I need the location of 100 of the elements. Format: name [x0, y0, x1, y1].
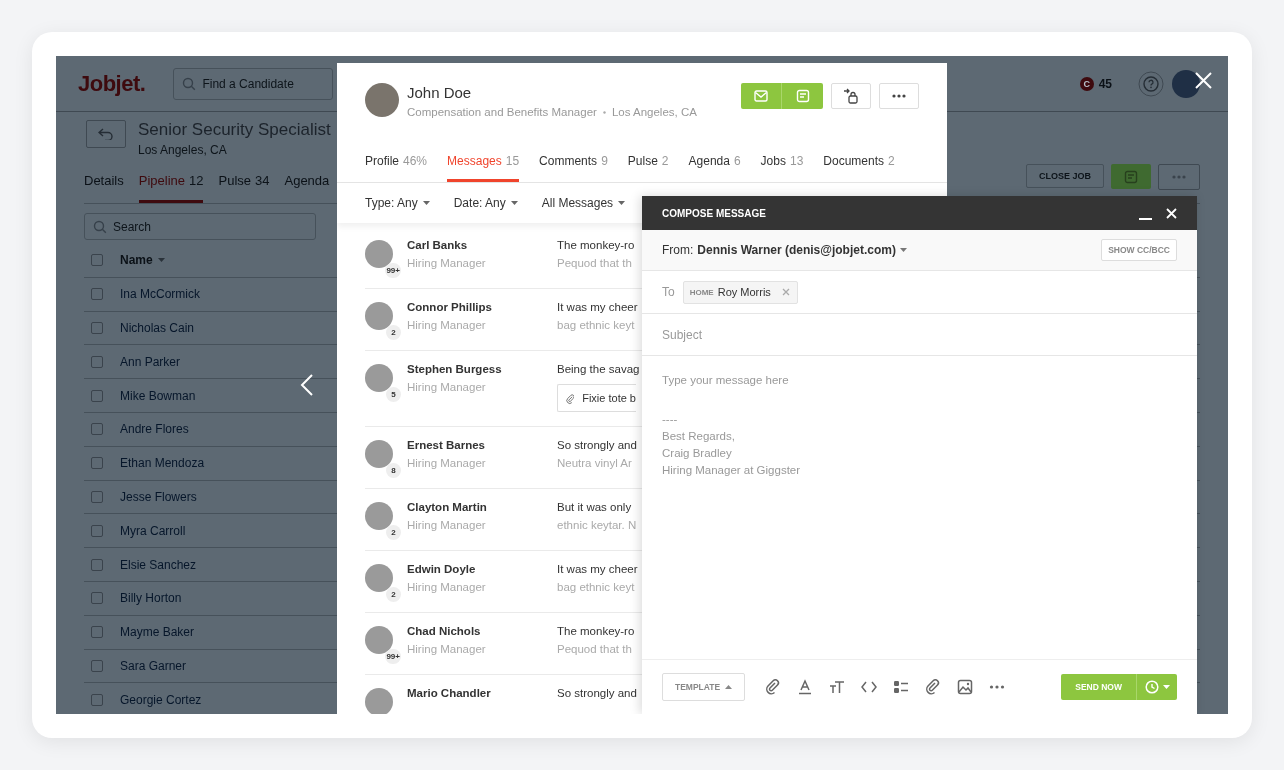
checkbox[interactable] [91, 355, 103, 368]
checkbox[interactable] [91, 592, 103, 605]
checkbox[interactable] [91, 288, 103, 301]
note-button[interactable] [782, 83, 823, 109]
tab[interactable]: Pulse 2 [627, 143, 669, 182]
font-color-icon[interactable] [797, 679, 814, 695]
email-button[interactable] [741, 83, 782, 109]
send-now-button[interactable]: SEND NOW [1061, 674, 1137, 700]
candidate-name[interactable]: Mike Bowman [120, 388, 196, 403]
image-icon[interactable] [957, 679, 974, 695]
avatar-photo [365, 564, 393, 592]
checkbox[interactable] [91, 254, 103, 267]
clock-icon [1144, 680, 1159, 694]
sender-role: Hiring Manager [407, 456, 487, 471]
message-preview: Pequod that th [557, 642, 633, 657]
checkbox[interactable] [91, 659, 103, 672]
count-badge: 5 [386, 387, 401, 402]
candidate-name[interactable]: Georgie Cortez [120, 692, 202, 707]
candidate-name[interactable]: Ethan Mendoza [120, 456, 205, 471]
checkbox[interactable] [91, 389, 103, 402]
contact-title: Compensation and Benefits Manager [407, 106, 597, 118]
show-cc-bcc-button[interactable]: SHOW CC/BCC [1101, 239, 1177, 261]
candidate-name[interactable]: Ann Parker [120, 354, 181, 369]
candidate-name[interactable]: Nicholas Cain [120, 321, 195, 335]
close-icon[interactable] [1195, 72, 1212, 89]
message-placeholder: Type your message here [662, 373, 790, 388]
tab[interactable]: Messages 15 [447, 143, 520, 182]
tab[interactable]: Documents 2 [823, 143, 895, 182]
tab[interactable]: Details [84, 158, 124, 203]
close-job-button[interactable]: CLOSE JOB [1026, 164, 1104, 188]
sender-dropdown[interactable]: Dennis Warner (denis@jobjet.com) [697, 243, 896, 257]
message-body-field[interactable]: Type your message here ---- Best Regards, Craig Bradley Hiring Manager at Giggster [642, 356, 1197, 659]
template-button[interactable]: TEMPLATE [662, 673, 746, 701]
note-button[interactable] [1111, 164, 1151, 189]
candidate-name[interactable]: Andre Flores [120, 422, 189, 437]
count-badge: 2 [386, 587, 401, 602]
tab[interactable]: Comments 9 [539, 143, 608, 182]
caret-icon[interactable] [899, 248, 907, 252]
remove-icon[interactable] [780, 287, 791, 297]
caret-up-icon [725, 685, 733, 689]
filter-dropdown[interactable]: Date: Any [453, 196, 518, 210]
candidate-name[interactable]: Mayme Baker [120, 625, 195, 640]
sender-role: Hiring Manager [407, 580, 487, 595]
search-field[interactable]: Find a Candidate [173, 67, 334, 100]
code-icon[interactable] [861, 679, 878, 695]
checkbox[interactable] [91, 490, 103, 503]
more-button[interactable] [1158, 164, 1200, 190]
sender-name: Clayton Martin [407, 500, 488, 515]
attachment-chip[interactable]: Fixie tote b [557, 384, 636, 412]
column-header[interactable]: Name [120, 253, 165, 268]
checkbox[interactable] [91, 457, 103, 470]
subject-field[interactable]: Subject [662, 322, 1177, 347]
sender-name: Carl Banks [407, 238, 469, 253]
schedule-button[interactable] [1137, 674, 1177, 700]
tab[interactable]: Pipeline 12 [138, 158, 204, 203]
user-avatar[interactable] [1172, 69, 1200, 98]
candidate-name[interactable]: Ina McCormick [120, 287, 200, 302]
checkbox[interactable] [91, 423, 103, 436]
checkbox[interactable] [91, 322, 103, 334]
checklist-icon[interactable] [893, 679, 910, 695]
tab[interactable]: Profile 46% [365, 143, 428, 182]
candidate-name[interactable]: Billy Horton [120, 591, 182, 606]
tab[interactable]: Pulse 34 [218, 158, 270, 203]
candidate-name[interactable]: Myra Carroll [120, 523, 186, 538]
paperclip-icon[interactable] [765, 679, 782, 695]
message-preview: So strongly and [557, 438, 637, 453]
candidate-name[interactable]: Sara Garner [120, 658, 187, 673]
contact-name: John Doe [407, 84, 473, 102]
caret-icon [422, 201, 430, 205]
separator-dot-icon [602, 110, 606, 114]
assign-button[interactable] [831, 83, 871, 109]
checkbox[interactable] [91, 626, 103, 639]
search-field[interactable]: Search [84, 213, 316, 240]
recipient-chip[interactable]: HOME Roy Morris [682, 280, 798, 304]
text-size-icon[interactable] [829, 679, 846, 695]
sender-name: Connor Phillips [407, 300, 493, 315]
tab[interactable]: Jobs 13 [760, 143, 804, 182]
help-icon[interactable] [1138, 70, 1164, 97]
checkbox[interactable] [91, 524, 103, 537]
candidate-name[interactable]: Elsie Sanchez [120, 557, 197, 572]
checkbox[interactable] [91, 558, 103, 571]
back-button[interactable] [86, 120, 126, 148]
close-icon[interactable] [1166, 207, 1177, 219]
avatar-photo [365, 626, 393, 654]
caret-icon [618, 201, 626, 205]
checkbox[interactable] [91, 693, 103, 706]
sender-role: Hiring Manager [407, 518, 487, 533]
candidate-name[interactable]: Jesse Flowers [120, 489, 197, 504]
filter-dropdown[interactable]: All Messages [541, 196, 626, 210]
sender-name: Stephen Burgess [407, 362, 503, 377]
message-preview: bag ethnic keyt [557, 580, 636, 595]
chevron-left-icon[interactable] [300, 374, 314, 396]
filter-dropdown[interactable]: Type: Any [365, 196, 430, 210]
count-badge: 2 [386, 325, 401, 340]
paperclip-icon[interactable] [925, 679, 942, 695]
tab[interactable]: Agenda [284, 158, 330, 203]
message-preview: The monkey-ro [557, 624, 635, 639]
tab[interactable]: Agenda 6 [688, 143, 741, 182]
count-badge: 99+ [385, 263, 401, 278]
credits-icon: C [1079, 76, 1094, 91]
